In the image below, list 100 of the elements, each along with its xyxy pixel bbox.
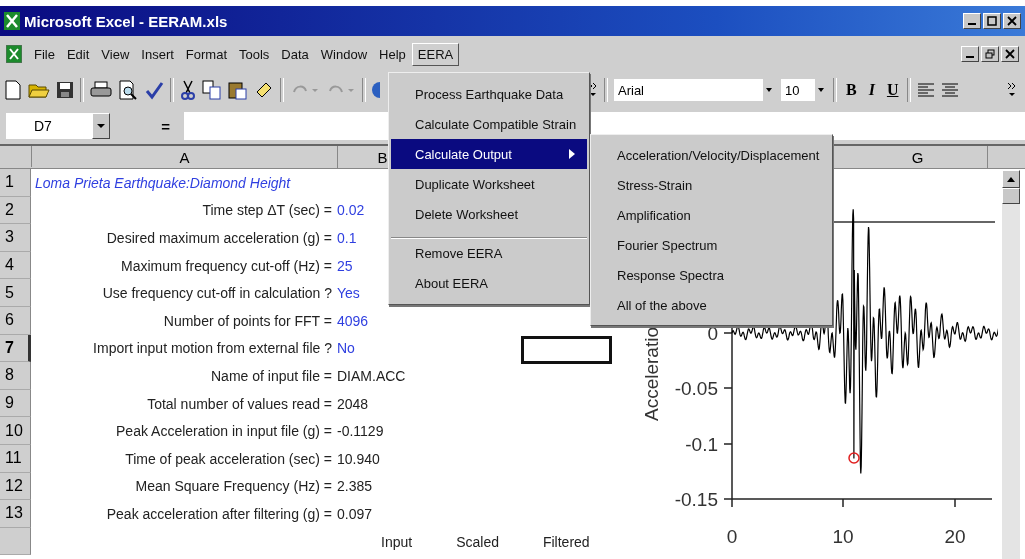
row-header[interactable]: 10 — [0, 417, 31, 445]
menu-item[interactable]: Edit — [60, 42, 96, 66]
sheet-title: Loma Prieta Earthquake:Diamond Height — [35, 174, 291, 191]
table-cell: Total number of values read = — [147, 395, 332, 412]
restore-button[interactable] — [981, 46, 999, 62]
font-size-field[interactable]: 10 — [781, 79, 815, 101]
tick-label: 10 — [832, 526, 854, 547]
folder-icon[interactable] — [28, 81, 50, 99]
scroll-up-button[interactable] — [1002, 170, 1020, 188]
table-cell: Mean Square Frequency (Hz) = — [135, 478, 332, 495]
table-cell: 0.097 — [337, 505, 373, 522]
menu-item[interactable]: Stress-Strain — [593, 170, 830, 200]
menu-item[interactable]: File — [28, 42, 61, 66]
row-header[interactable]: 4 — [0, 251, 31, 280]
table-cell: Yes — [337, 285, 360, 302]
table-cell: 0.1 — [337, 230, 357, 246]
scroll-thumb[interactable] — [1002, 188, 1020, 204]
menu-item[interactable]: Duplicate Worksheet — [391, 169, 587, 199]
menu-item[interactable]: Delete Worksheet — [391, 199, 587, 229]
row-header[interactable]: 12 — [0, 472, 31, 501]
equals-sign: = — [160, 117, 171, 135]
table-cell: 4096 — [337, 312, 369, 329]
menu-item[interactable]: Remove EERA — [391, 237, 587, 268]
font-field[interactable]: Arial — [614, 79, 763, 101]
menu-item[interactable]: Format — [179, 42, 233, 66]
more-icon[interactable] — [1007, 81, 1018, 99]
table-cell: 10.940 — [337, 450, 380, 467]
row-header[interactable]: 5 — [0, 279, 31, 307]
dropdown-button[interactable] — [92, 113, 110, 139]
row-header[interactable]: 2 — [0, 196, 31, 225]
align-left-icon[interactable] — [917, 82, 936, 98]
table-cell: No — [337, 340, 355, 357]
menu-item[interactable]: View — [95, 42, 136, 66]
column-header[interactable]: G — [848, 146, 988, 168]
table-cell: DIAM.ACC — [337, 367, 406, 384]
menu-item[interactable]: Data — [275, 42, 315, 66]
column-label: Input — [381, 533, 413, 550]
close-button[interactable] — [1003, 13, 1021, 29]
menu-item[interactable]: Process Earthquake Data — [391, 79, 587, 109]
brush-icon[interactable] — [254, 80, 274, 100]
close-button[interactable] — [1001, 46, 1019, 62]
name-box[interactable]: D7 — [6, 113, 92, 139]
globe-icon[interactable] — [372, 80, 380, 100]
table-cell: 0.02 — [337, 202, 365, 219]
menu-item[interactable]: Insert — [135, 42, 180, 66]
menu-item[interactable]: Amplification — [593, 200, 830, 230]
row-header[interactable]: 8 — [0, 362, 31, 390]
table-cell: Maximum frequency cut-off (Hz) = — [121, 257, 332, 274]
menu-item[interactable]: Calculate Output — [391, 139, 587, 169]
row-header[interactable]: 7 — [0, 334, 31, 363]
bold-button[interactable]: B — [843, 81, 860, 99]
new-document-icon[interactable] — [4, 80, 22, 100]
row-header[interactable]: 3 — [0, 224, 31, 252]
menu-item[interactable]: All of the above — [593, 290, 830, 320]
menu-item[interactable]: Help — [373, 42, 412, 66]
window-title: Microsoft Excel - EERAM.xls — [24, 12, 228, 30]
row-header[interactable]: 1 — [0, 169, 31, 197]
row-header[interactable]: 11 — [0, 444, 31, 473]
underline-button[interactable]: U — [883, 81, 902, 99]
minimize-button[interactable] — [961, 46, 979, 62]
row-header[interactable]: 13 — [0, 500, 31, 528]
table-cell: Time of peak acceleration (sec) = — [125, 450, 332, 467]
minimize-button[interactable] — [963, 13, 981, 29]
tick-label: 20 — [944, 526, 966, 547]
table-cell: Time step ΔT (sec) = — [202, 202, 332, 219]
printer-icon[interactable] — [90, 81, 112, 99]
table-cell: Desired maximum acceleration (g) = — [106, 230, 332, 246]
tick-label: -0.1 — [685, 434, 718, 455]
menu-item[interactable]: Window — [314, 42, 374, 66]
tick-label: -0.15 — [674, 489, 718, 510]
tick-label: -0.05 — [674, 378, 718, 399]
align-center-icon[interactable] — [941, 82, 960, 98]
menu-item[interactable]: Fourier Spectrum — [593, 230, 830, 260]
caret-icon — [97, 123, 105, 129]
menu-item[interactable]: About EERA — [391, 268, 587, 298]
row-header[interactable]: 9 — [0, 389, 31, 418]
save-icon[interactable] — [56, 81, 74, 99]
copy-icon[interactable] — [202, 80, 222, 100]
row-header[interactable]: 6 — [0, 306, 31, 335]
axis-title: Acceleratio — [641, 327, 662, 421]
row-header[interactable] — [0, 527, 31, 556]
menu-item[interactable]: Tools — [233, 42, 276, 66]
menu-item[interactable]: Response Spectra — [593, 260, 830, 290]
cut-icon[interactable] — [180, 80, 196, 100]
menu-item[interactable]: Calculate Compatible Strain — [391, 109, 587, 139]
maximize-button[interactable] — [983, 13, 1001, 29]
table-cell: -0.1129 — [337, 423, 384, 440]
vertical-scrollbar[interactable] — [1002, 170, 1020, 559]
table-cell: Import input motion from external file ? — [93, 340, 332, 357]
spelling-check-icon[interactable] — [144, 80, 164, 100]
print-preview-icon[interactable] — [118, 80, 138, 100]
menu-item[interactable]: EERA — [411, 42, 460, 66]
table-cell: Use frequency cut-off in calculation ? — [102, 285, 332, 302]
peak-marker — [848, 452, 860, 464]
italic-button[interactable]: I — [865, 81, 878, 99]
paste-icon[interactable] — [228, 80, 248, 100]
menu-item[interactable]: Acceleration/Velocity/Displacement — [593, 140, 830, 170]
column-label: Scaled — [456, 533, 499, 550]
minimize-icon — [968, 23, 976, 25]
column-header[interactable]: A — [32, 146, 338, 168]
